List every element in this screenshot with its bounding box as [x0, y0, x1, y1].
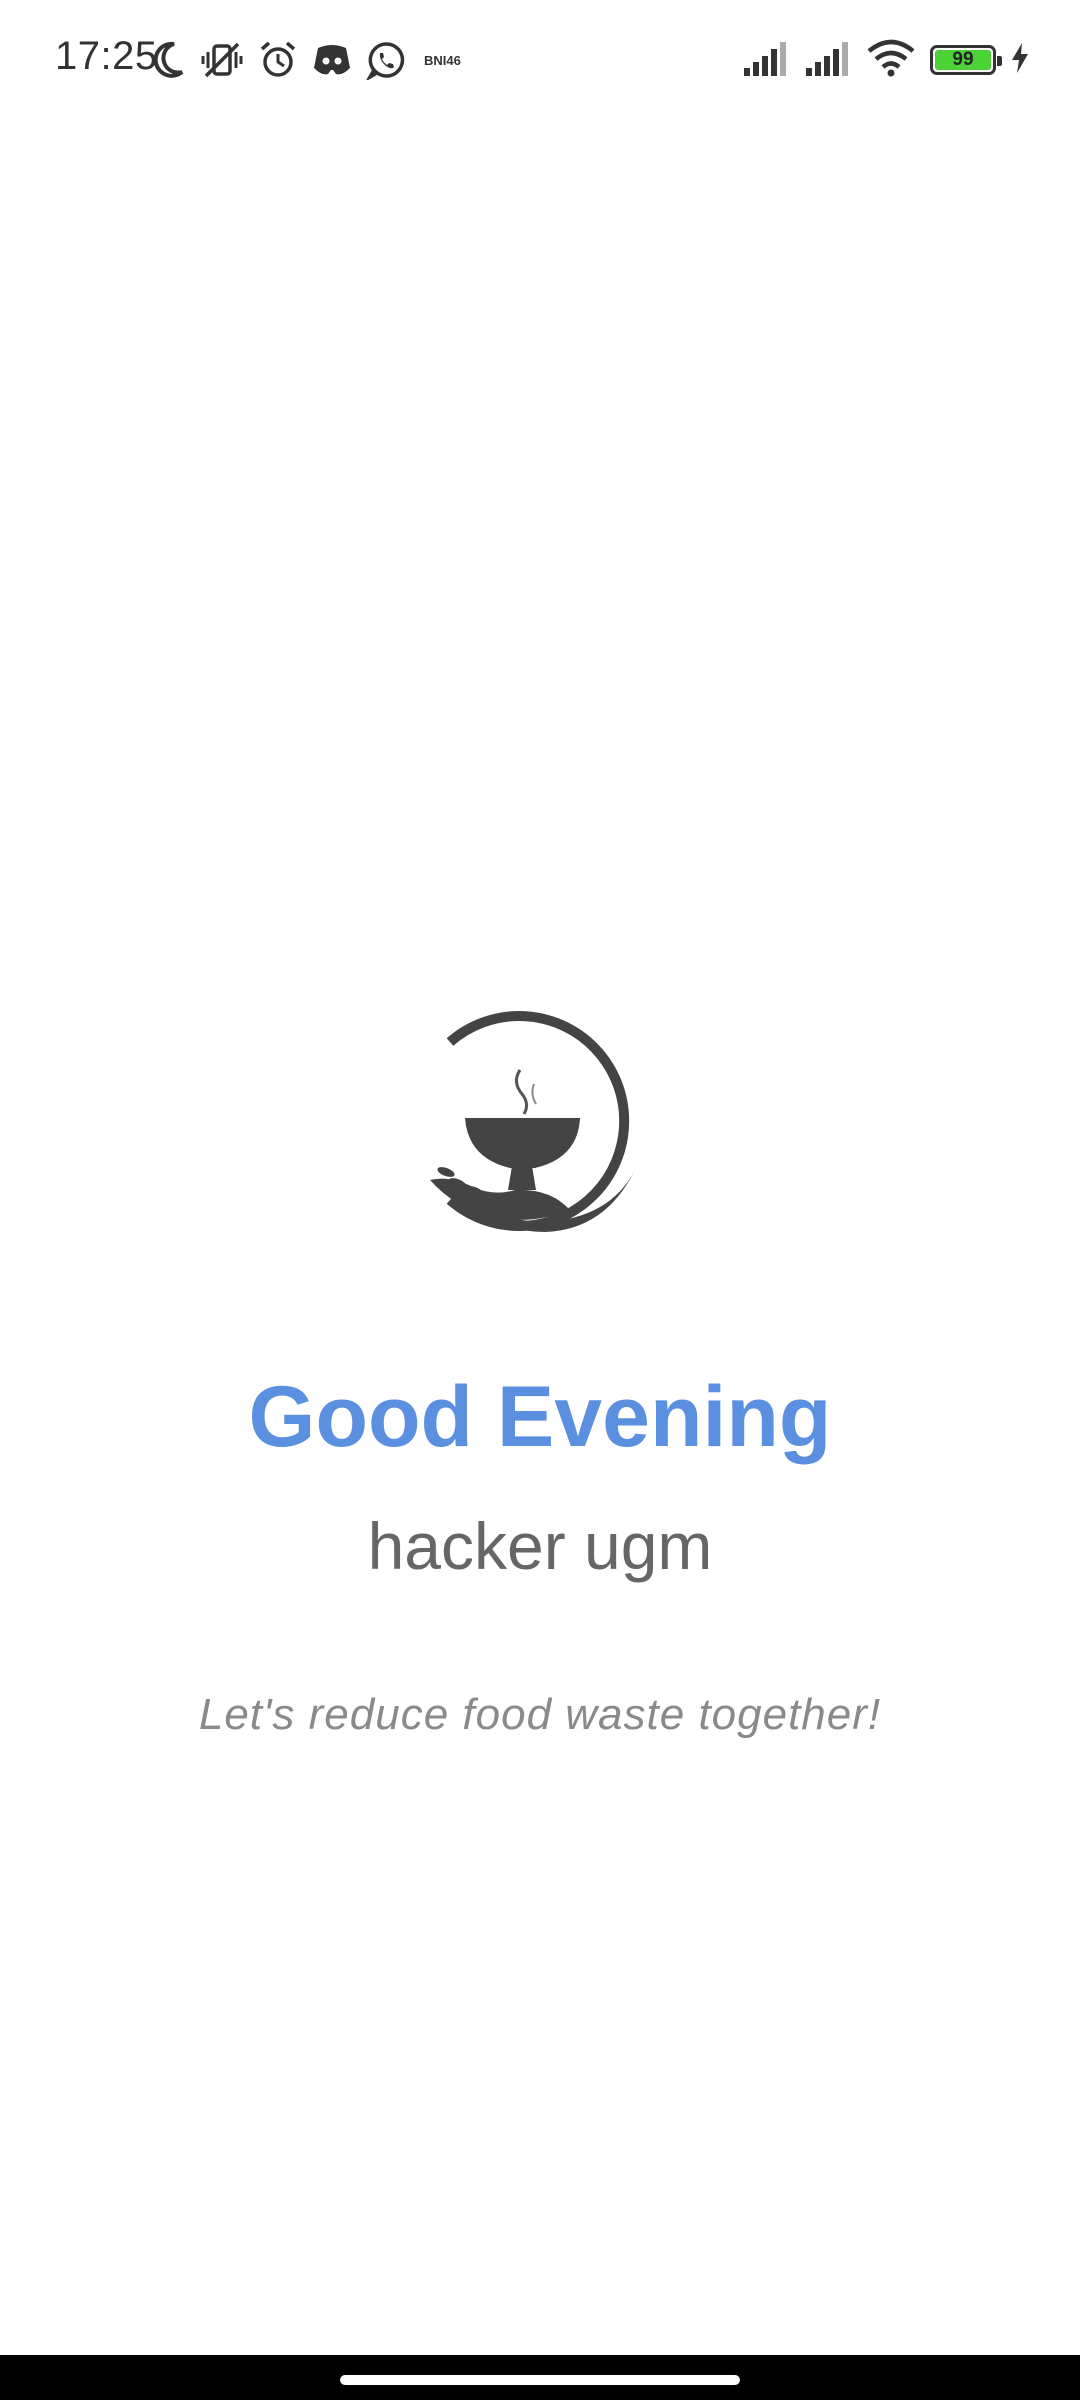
- whatsapp-icon: [366, 40, 406, 80]
- status-bar: 17:25 BNI46 99: [0, 0, 1080, 120]
- discord-icon: [312, 42, 352, 78]
- tagline-text: Let's reduce food waste together!: [198, 1690, 882, 1739]
- carrier-tag: BNI46: [424, 52, 461, 68]
- vibrate-off-icon: [200, 40, 244, 80]
- food-bowl-hand-logo: [430, 1011, 635, 1232]
- alarm-icon: [258, 40, 298, 80]
- battery-level: 99: [935, 49, 991, 70]
- charging-icon: [1010, 42, 1030, 79]
- username-label: hacker ugm: [367, 1509, 713, 1583]
- navigation-bar: [0, 2355, 1080, 2400]
- app-logo: [420, 1000, 660, 1240]
- splash-screen: 17:25 BNI46 99 Good Evening hacker ugm L…: [0, 0, 1080, 2400]
- signal-icon: [804, 40, 852, 81]
- status-time: 17:25: [55, 34, 158, 78]
- wifi-icon: [866, 39, 916, 82]
- battery-icon: 99: [930, 45, 1002, 75]
- greeting-title: Good Evening: [248, 1369, 832, 1465]
- status-left-icons: BNI46: [152, 36, 461, 84]
- status-right-icons: 99: [742, 36, 1030, 84]
- moon-icon: [152, 40, 186, 80]
- home-indicator[interactable]: [340, 2375, 740, 2385]
- signal-icon: [742, 40, 790, 81]
